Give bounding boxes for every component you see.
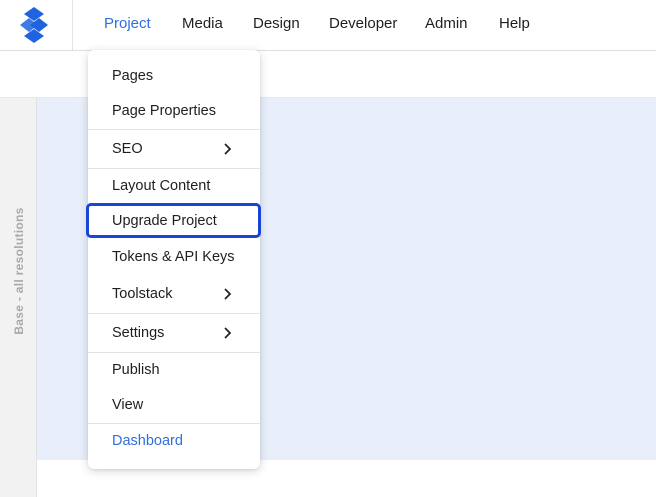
chevron-right-icon — [224, 327, 232, 339]
menu-item-label: Layout Content — [112, 178, 211, 194]
chevron-right-icon — [224, 143, 232, 155]
nav-admin[interactable]: Admin — [425, 14, 468, 34]
nav-design[interactable]: Design — [253, 14, 300, 34]
nav-project[interactable]: Project — [104, 14, 151, 34]
menu-item-seo[interactable]: SEO — [88, 133, 260, 165]
menu-item-label: Toolstack — [112, 286, 173, 302]
menu-item-label: SEO — [112, 141, 143, 157]
resolution-label: Base - all resolutions — [12, 207, 26, 335]
menu-item-upgrade-project[interactable]: Upgrade Project — [88, 205, 260, 237]
menu-item-settings[interactable]: Settings — [88, 317, 260, 349]
menu-item-label: Tokens & API Keys — [112, 249, 235, 265]
menu-divider — [88, 129, 260, 130]
nav-media[interactable]: Media — [182, 14, 223, 34]
nav-developer[interactable]: Developer — [329, 14, 397, 34]
menu-divider — [88, 313, 260, 314]
logo-icon[interactable] — [20, 7, 48, 43]
menu-item-pages[interactable]: Pages — [88, 60, 260, 92]
nav-help[interactable]: Help — [499, 14, 530, 34]
menu-item-label: View — [112, 397, 144, 413]
menu-item-toolstack[interactable]: Toolstack — [88, 278, 260, 310]
menu-item-view[interactable]: View — [88, 389, 260, 421]
menu-item-label: Dashboard — [112, 433, 183, 449]
logo-container — [0, 0, 73, 50]
menu-item-dashboard[interactable]: Dashboard — [88, 425, 260, 457]
menu-divider — [88, 423, 260, 424]
menu-item-label: Page Properties — [112, 103, 216, 119]
menu-item-tokens-api-keys[interactable]: Tokens & API Keys — [88, 241, 260, 273]
menu-item-page-properties[interactable]: Page Properties — [88, 95, 260, 127]
menu-divider — [88, 168, 260, 169]
menu-item-layout-content[interactable]: Layout Content — [88, 170, 260, 202]
menu-item-publish[interactable]: Publish — [88, 354, 260, 386]
top-navigation-bar: Project Media Design Developer Admin Hel… — [0, 0, 656, 51]
menu-item-label: Pages — [112, 68, 154, 84]
menu-item-label: Upgrade Project — [112, 213, 217, 229]
menu-divider — [88, 352, 260, 353]
menu-item-label: Publish — [112, 362, 160, 378]
chevron-right-icon — [224, 288, 232, 300]
resolution-panel[interactable]: Base - all resolutions — [0, 98, 37, 497]
project-dropdown-menu: Pages Page Properties SEO Layout Content… — [88, 50, 260, 469]
menu-item-label: Settings — [112, 325, 165, 341]
